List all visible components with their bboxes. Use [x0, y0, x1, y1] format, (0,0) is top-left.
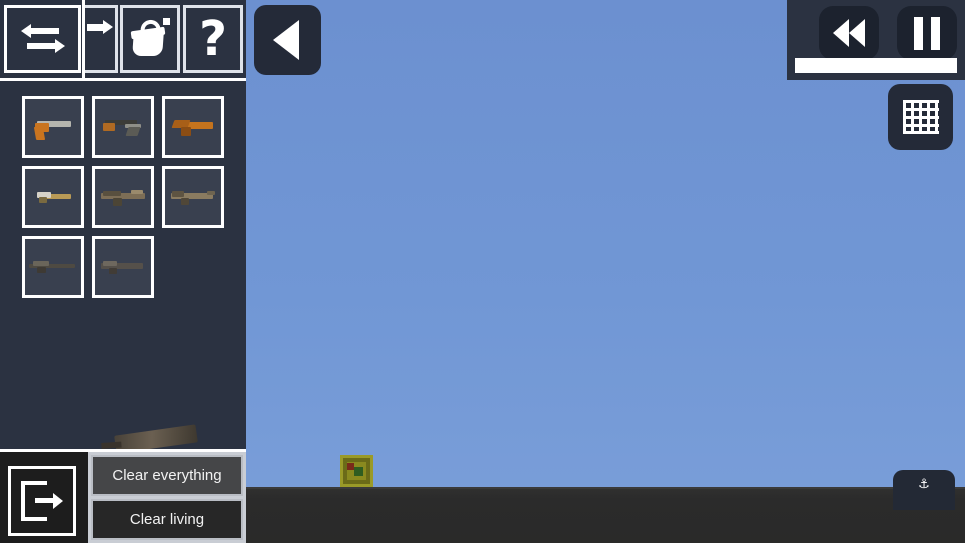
paint-bucket-icon — [130, 18, 170, 60]
toolbar: ? — [0, 0, 246, 81]
rewind-icon — [833, 19, 849, 47]
crate-entity[interactable] — [340, 455, 373, 487]
weapon-slot-assault-rifle[interactable] — [92, 166, 154, 228]
playback-panel — [787, 0, 965, 80]
question-mark-icon: ? — [199, 11, 227, 67]
grid-icon — [902, 100, 939, 134]
crate-marker-green — [354, 467, 363, 476]
carbine-sprite — [167, 184, 219, 210]
machine-pistol-sprite — [97, 114, 149, 140]
pause-icon-bar-left — [914, 16, 923, 50]
progress-bar-fill — [795, 58, 957, 73]
sawed-off-shotgun-sprite — [167, 114, 219, 140]
back-button[interactable] — [254, 5, 321, 75]
weapon-grid — [22, 96, 224, 298]
pause-icon-bar-right — [931, 16, 940, 50]
toolbar-button-help[interactable]: ? — [183, 5, 243, 73]
clear-panel: Clear everything Clear living — [88, 452, 246, 543]
back-triangle-icon — [272, 20, 299, 60]
grid-toggle-button[interactable] — [888, 84, 953, 150]
toolbar-underline — [0, 78, 246, 81]
weapon-slot-pistol[interactable] — [22, 96, 84, 158]
anchor-icon: ⚓ — [918, 477, 930, 492]
progress-bar[interactable] — [795, 58, 957, 73]
toolbar-button-move[interactable] — [85, 5, 118, 73]
weapon-slot-sniper-rifle[interactable] — [22, 236, 84, 298]
weapon-slot-sawed-off-shotgun[interactable] — [162, 96, 224, 158]
crate-marker-red — [347, 463, 354, 470]
exit-door-icon — [21, 481, 63, 521]
swap-arrows-icon — [20, 23, 65, 55]
playback-buttons — [787, 0, 965, 60]
weapon-slot-machine-pistol[interactable] — [92, 96, 154, 158]
weapon-slot-carbine[interactable] — [162, 166, 224, 228]
rewind-icon-second — [849, 19, 865, 47]
toolbar-button-paint[interactable] — [120, 5, 180, 73]
toolbar-button-swap[interactable] — [4, 5, 81, 73]
arrow-right-icon — [87, 17, 113, 37]
pause-button[interactable] — [897, 6, 957, 60]
smg-sprite — [27, 184, 79, 210]
assault-rifle-sprite — [97, 184, 149, 210]
weapon-slot-smg[interactable] — [22, 166, 84, 228]
clear-living-button[interactable]: Clear living — [91, 499, 243, 540]
pistol-sprite — [27, 114, 79, 140]
exit-button[interactable] — [8, 466, 76, 536]
battle-rifle-sprite — [97, 254, 149, 280]
anchor-button[interactable]: ⚓ — [893, 470, 955, 510]
clear-everything-button[interactable]: Clear everything — [91, 455, 243, 496]
sniper-rifle-sprite — [27, 254, 79, 280]
rewind-button[interactable] — [819, 6, 879, 60]
weapon-slot-battle-rifle[interactable] — [92, 236, 154, 298]
